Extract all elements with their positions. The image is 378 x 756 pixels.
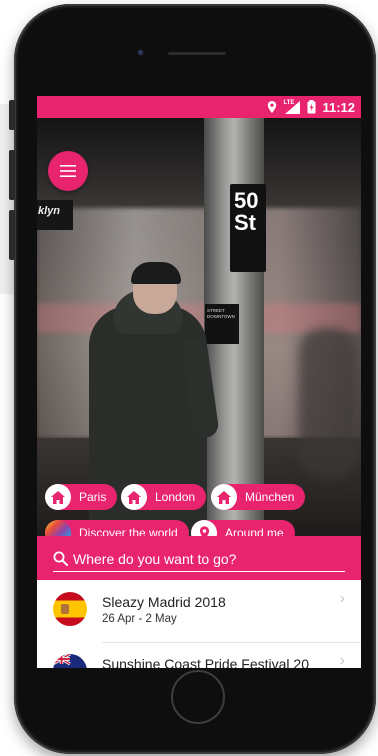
spain-flag-icon	[53, 592, 87, 626]
home-icon	[211, 484, 237, 510]
hero-photo: klyn 50 St STREET DOWNTOWN Paris London …	[37, 118, 361, 536]
chevron-right-icon: ›	[339, 652, 345, 668]
location-pin-icon	[191, 520, 217, 536]
event-list: Sleazy Madrid 2018 26 Apr - 2 May › Suns…	[37, 580, 361, 668]
earpiece-speaker	[168, 52, 226, 55]
photo-street-sign-text: 50 St	[234, 188, 259, 235]
event-dates: 26 Apr - 2 May	[102, 613, 177, 625]
photo-person-cap	[131, 262, 181, 284]
city-chip-label: München	[245, 490, 295, 504]
photo-blurred-figure	[299, 328, 357, 478]
event-list-item[interactable]: Sunshine Coast Pride Festival 20 ›	[37, 642, 361, 668]
hamburger-icon	[60, 165, 76, 177]
city-chip-munchen[interactable]: München	[211, 484, 306, 510]
event-title: Sleazy Madrid 2018	[102, 594, 226, 610]
home-icon	[121, 484, 147, 510]
event-list-item[interactable]: Sleazy Madrid 2018 26 Apr - 2 May ›	[37, 580, 361, 642]
city-chip-label: Paris	[79, 490, 107, 504]
australia-flag-icon	[53, 654, 87, 668]
search-input[interactable]: Where do you want to go?	[53, 546, 345, 572]
status-bar: LTE 11:12	[37, 96, 361, 118]
home-button[interactable]	[171, 670, 225, 724]
phone-mute-switch	[9, 100, 15, 130]
front-camera	[136, 48, 145, 57]
photo-station-sign-text: klyn	[38, 205, 61, 217]
search-placeholder: Where do you want to go?	[73, 550, 237, 567]
location-icon	[267, 101, 277, 113]
discover-chip-label: Discover the world	[79, 526, 178, 536]
city-chip-label: London	[155, 490, 196, 504]
discover-world-chip[interactable]: Discover the world	[45, 520, 189, 536]
signal-icon: LTE	[283, 99, 301, 114]
app-screen: LTE 11:12 klyn 50 St STREET DOWNTOWN Par…	[37, 96, 361, 668]
chevron-right-icon: ›	[339, 590, 345, 607]
city-chip-london[interactable]: London	[121, 484, 207, 510]
around-me-chip-label: Around me	[225, 526, 284, 536]
clock-time: 11:12	[322, 99, 355, 115]
menu-button[interactable]	[48, 151, 88, 191]
city-chip-paris[interactable]: Paris	[45, 484, 118, 510]
around-me-chip[interactable]: Around me	[191, 520, 295, 536]
search-icon	[53, 551, 68, 566]
phone-volume-down	[9, 210, 15, 260]
battery-icon	[307, 100, 316, 114]
home-icon	[45, 484, 71, 510]
event-title: Sunshine Coast Pride Festival 20	[102, 656, 309, 668]
globe-icon	[45, 520, 71, 536]
network-type-label: LTE	[283, 99, 295, 106]
photo-sticker-text: STREET DOWNTOWN	[207, 308, 235, 319]
phone-volume-up	[9, 150, 15, 200]
search-bar: Where do you want to go?	[37, 536, 361, 580]
